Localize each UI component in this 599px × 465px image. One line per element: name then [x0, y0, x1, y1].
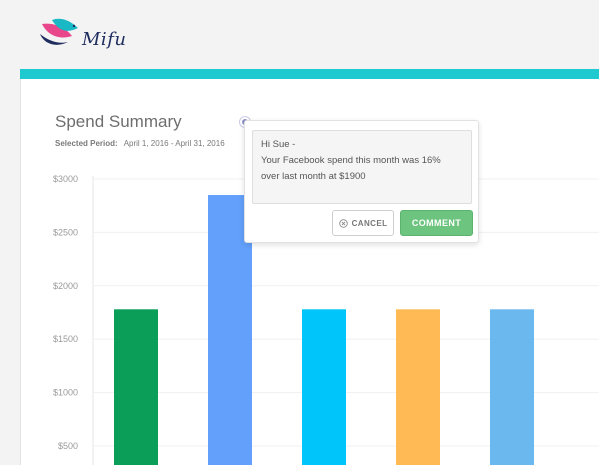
comment-button[interactable]: COMMENT — [400, 210, 473, 236]
comment-text-area[interactable]: Hi Sue - Your Facebook spend this month … — [252, 130, 472, 204]
comment-popover: Hi Sue - Your Facebook spend this month … — [244, 120, 479, 243]
cancel-label: CANCEL — [351, 218, 388, 228]
y-tick-label: $3000 — [53, 174, 78, 184]
bar-5[interactable] — [490, 309, 534, 465]
y-tick-label: $1500 — [53, 334, 78, 344]
close-circle-icon — [338, 218, 348, 228]
bar-1[interactable] — [114, 309, 158, 465]
cancel-button[interactable]: CANCEL — [332, 210, 394, 236]
app-window: Mifu Spend Summary Selected Period: April… — [0, 0, 599, 465]
comment-line: Hi Sue - — [261, 139, 296, 150]
bar-4[interactable] — [396, 309, 440, 465]
y-tick-label: $1000 — [53, 388, 78, 398]
comment-line: over last month at $1900 — [261, 171, 366, 182]
bar-3[interactable] — [302, 309, 346, 465]
comment-button-label: COMMENT — [411, 218, 462, 228]
y-tick-label: $2000 — [53, 281, 78, 291]
y-tick-label: $2500 — [53, 227, 78, 237]
comment-line: Your Facebook spend this month was 16% — [261, 155, 441, 166]
y-tick-label: $500 — [58, 441, 78, 451]
